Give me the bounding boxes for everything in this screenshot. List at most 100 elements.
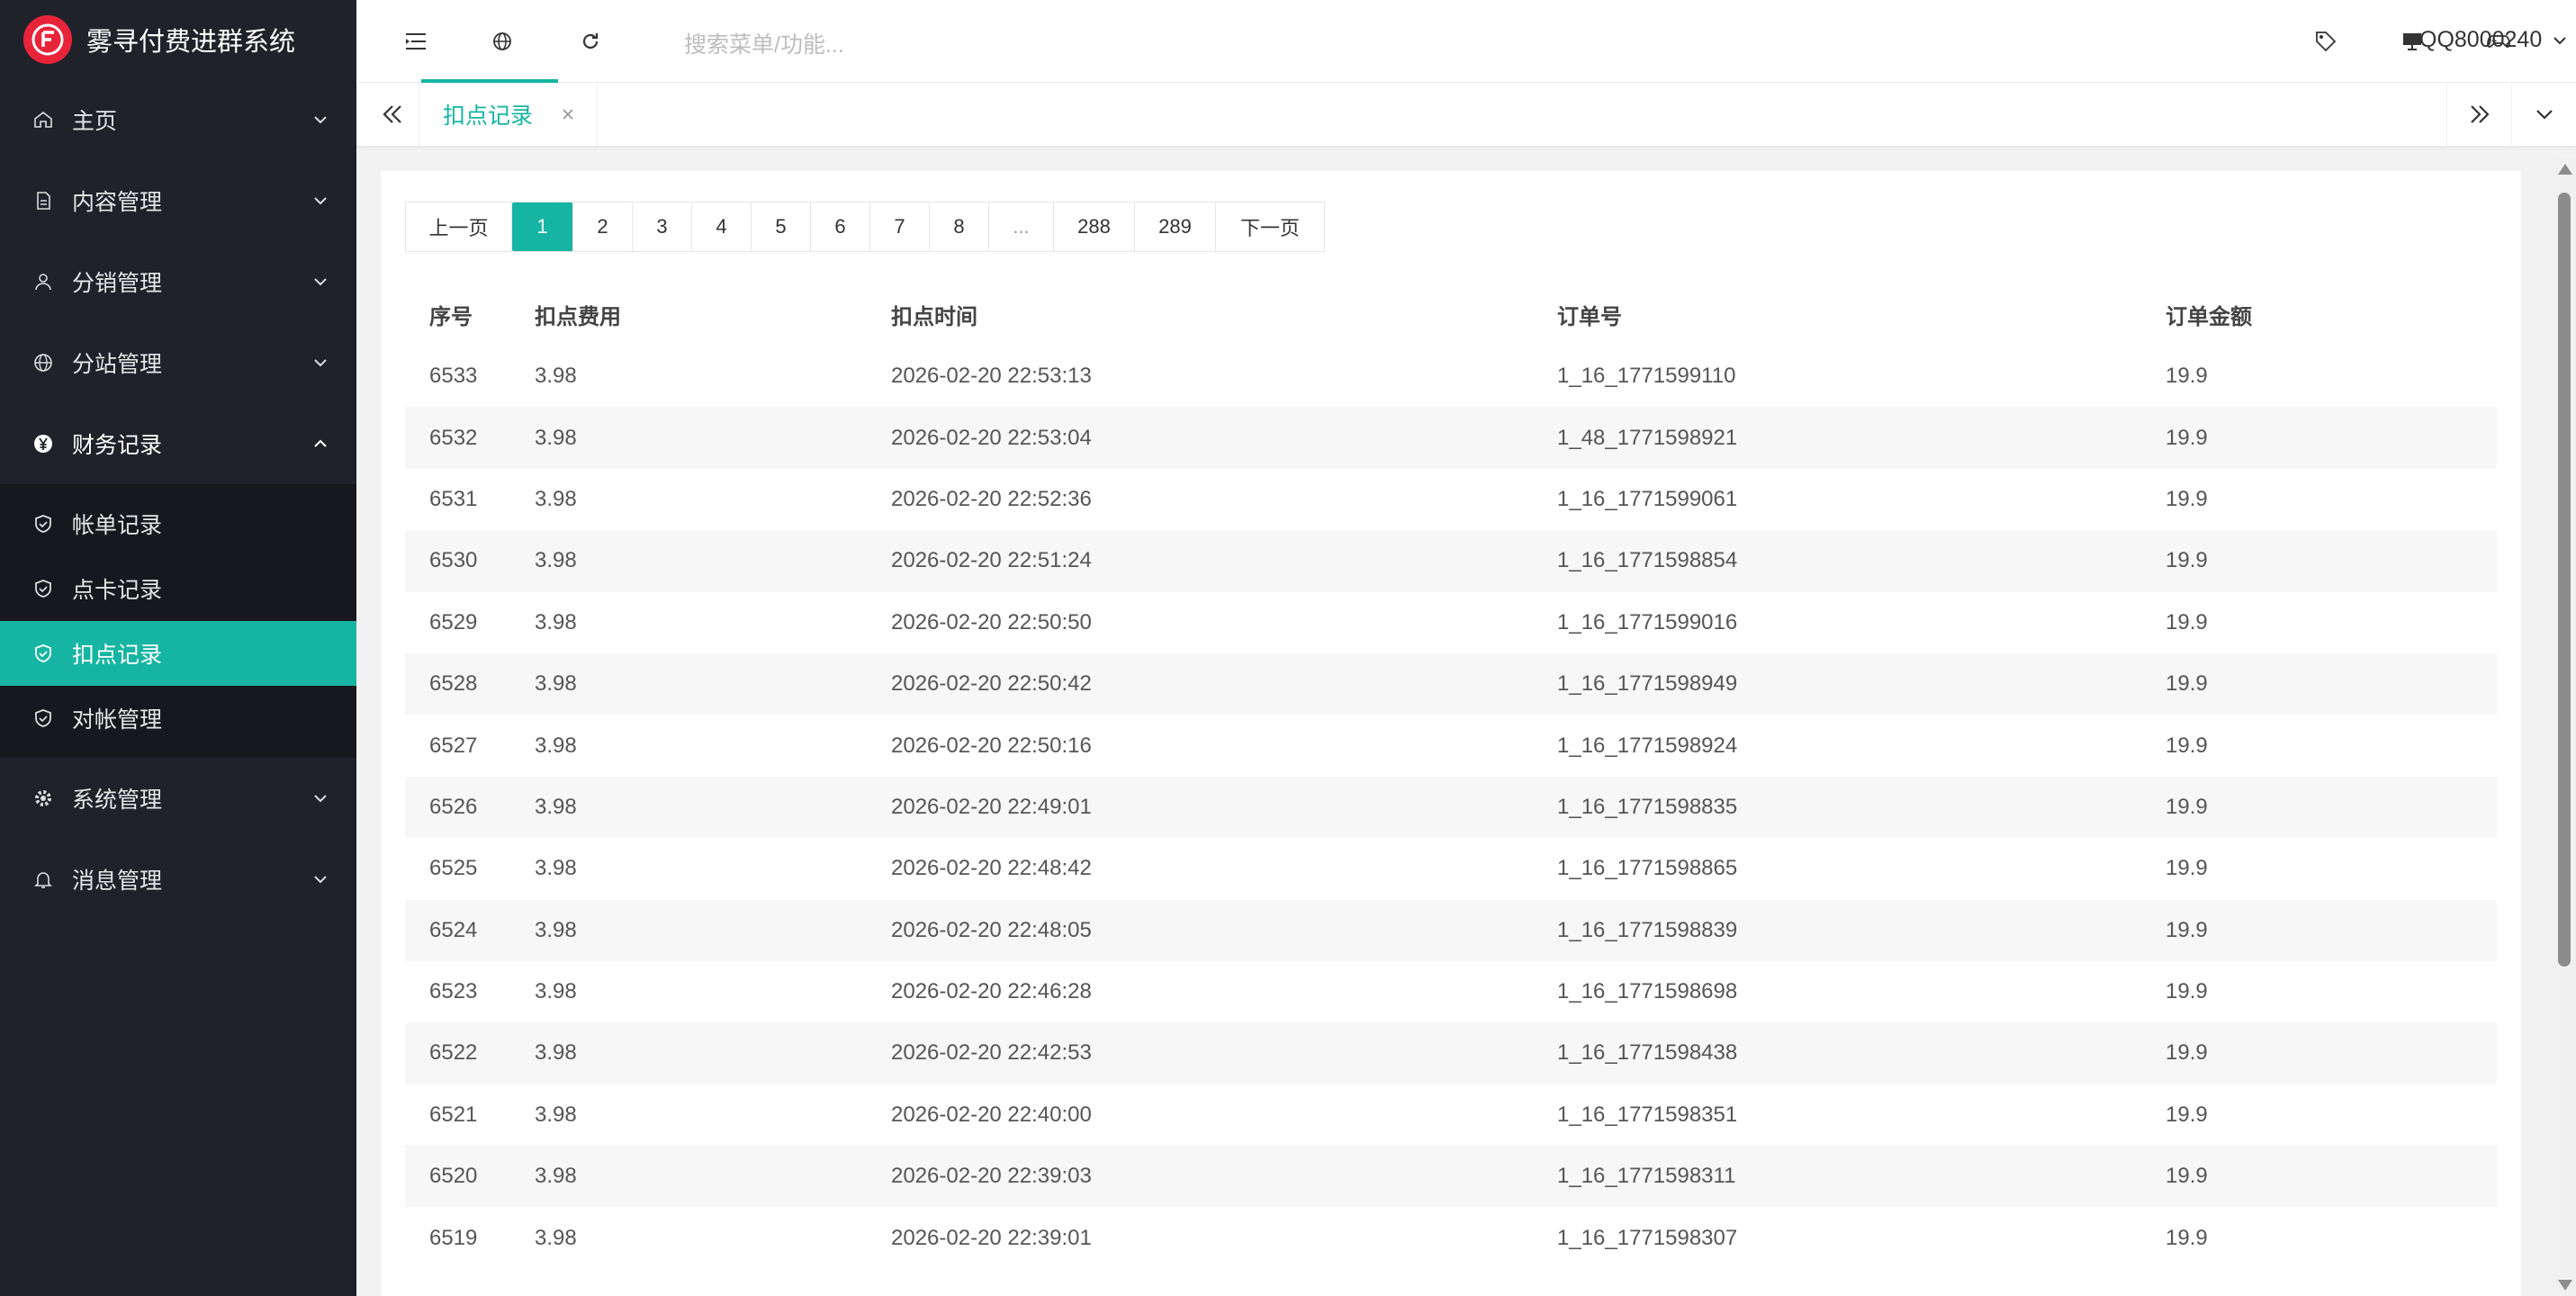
- table-row[interactable]: 6525 3.98 2026-02-20 22:48:42 1_16_17715988…: [405, 838, 2497, 899]
- sidebar-item-distribution[interactable]: 分销管理: [0, 241, 356, 322]
- globe-icon[interactable]: [486, 25, 518, 58]
- next-page-button[interactable]: 下一页: [1216, 202, 1324, 251]
- sidebar-item-label: 内容管理: [72, 190, 163, 215]
- sidebar-item-label: 分站管理: [72, 352, 163, 377]
- shield-check-icon: [31, 641, 56, 666]
- cell-amount: 19.9: [2166, 671, 2208, 697]
- double-chevron-left-icon: [382, 105, 401, 123]
- search-input[interactable]: 搜索菜单/功能...: [684, 27, 844, 59]
- page-button[interactable]: 7: [870, 202, 930, 251]
- cell-id: 6524: [429, 917, 478, 942]
- table-row[interactable]: 6533 3.98 2026-02-20 22:53:13 1_16_17715991…: [405, 346, 2497, 407]
- cell-id: 6520: [429, 1164, 478, 1189]
- cell-amount: 19.9: [2166, 486, 2208, 511]
- sidebar-item-reconciliation[interactable]: 对帐管理: [0, 686, 356, 751]
- page-button[interactable]: 4: [692, 202, 752, 251]
- page-button[interactable]: 2: [573, 202, 633, 251]
- cell-fee: 3.98: [535, 425, 577, 450]
- top-header: 搜索菜单/功能...: [356, 0, 2576, 83]
- scroll-down-arrow-icon[interactable]: [2558, 1280, 2572, 1291]
- column-header[interactable]: 扣点时间: [867, 299, 1533, 330]
- page-button[interactable]: 289: [1135, 202, 1216, 251]
- page-button[interactable]: 6: [811, 202, 870, 251]
- cell-time: 2026-02-20 22:48:42: [891, 856, 1092, 881]
- page-button[interactable]: 3: [633, 202, 692, 251]
- sidebar-item-deductions[interactable]: 扣点记录: [0, 621, 356, 686]
- scroll-up-arrow-icon[interactable]: [2558, 164, 2572, 175]
- refresh-icon[interactable]: [574, 25, 607, 58]
- sidebar-item-finance[interactable]: 财务记录: [0, 403, 356, 484]
- cell-fee: 3.98: [535, 1225, 577, 1250]
- cell-fee: 3.98: [535, 856, 577, 881]
- sidebar-item-label: 对帐管理: [72, 707, 163, 733]
- cell-order-no: 1_16_1771598854: [1557, 548, 1738, 573]
- sidebar-item-messages[interactable]: 消息管理: [0, 839, 356, 920]
- cell-amount: 19.9: [2166, 1164, 2208, 1189]
- table-row[interactable]: 6531 3.98 2026-02-20 22:52:36 1_16_17715990…: [405, 469, 2497, 530]
- table-row[interactable]: 6530 3.98 2026-02-20 22:51:24 1_16_17715988…: [405, 530, 2497, 592]
- prev-page-button[interactable]: 上一页: [406, 202, 512, 251]
- cell-time: 2026-02-20 22:51:24: [891, 548, 1092, 573]
- tag-icon[interactable]: [2310, 25, 2342, 58]
- page-button[interactable]: 288: [1054, 202, 1135, 251]
- cell-time: 2026-02-20 22:53:13: [891, 364, 1092, 389]
- table-row[interactable]: 6529 3.98 2026-02-20 22:50:50 1_16_17715990…: [405, 592, 2497, 653]
- logo-icon: [23, 15, 72, 64]
- cell-amount: 19.9: [2166, 1225, 2208, 1250]
- sidebar-item-substation[interactable]: 分站管理: [0, 322, 356, 403]
- menu-toggle-icon[interactable]: [400, 25, 432, 58]
- page-button[interactable]: 5: [752, 202, 811, 251]
- user-menu[interactable]: QQ8000240: [2419, 27, 2576, 53]
- sidebar-item-point-cards[interactable]: 点卡记录: [0, 556, 356, 621]
- cell-id: 6522: [429, 1040, 478, 1066]
- cell-order-no: 1_16_1771598924: [1557, 733, 1738, 758]
- sidebar-item-home[interactable]: 主页: [0, 79, 356, 160]
- cell-order-no: 1_16_1771599061: [1557, 486, 1738, 511]
- table-row[interactable]: 6526 3.98 2026-02-20 22:49:01 1_16_17715988…: [405, 776, 2497, 839]
- table-row[interactable]: 6527 3.98 2026-02-20 22:50:16 1_16_17715989…: [405, 715, 2497, 776]
- cell-time: 2026-02-20 22:50:16: [891, 733, 1092, 758]
- cell-amount: 19.9: [2166, 364, 2208, 389]
- table-row[interactable]: 6528 3.98 2026-02-20 22:50:42 1_16_17715989…: [405, 652, 2497, 716]
- cell-time: 2026-02-20 22:49:01: [891, 794, 1092, 819]
- table-row[interactable]: 6524 3.98 2026-02-20 22:48:05 1_16_17715988…: [405, 899, 2497, 961]
- page-scrollbar[interactable]: [2553, 158, 2576, 1296]
- app-logo[interactable]: 雾寻付费进群系统: [0, 0, 356, 79]
- tab-deductions[interactable]: 扣点记录: [421, 83, 598, 146]
- sidebar-item-content[interactable]: 内容管理: [0, 160, 356, 241]
- deduction-table: 序号 扣点费用 扣点时间 订单号 订单金额 6533 3.98 2026-02-20…: [405, 283, 2497, 1269]
- gear-icon: [31, 786, 56, 811]
- tab-menu-button[interactable]: [2511, 83, 2576, 146]
- column-header[interactable]: 订单金额: [2141, 299, 2497, 330]
- cell-order-no: 1_48_1771598921: [1557, 425, 1738, 450]
- table-row[interactable]: 6519 3.98 2026-02-20 22:39:01 1_16_17715983…: [405, 1207, 2497, 1268]
- table-row[interactable]: 6520 3.98 2026-02-20 22:39:03 1_16_17715983…: [405, 1146, 2497, 1208]
- cell-fee: 3.98: [535, 1164, 577, 1189]
- cell-time: 2026-02-20 22:50:42: [891, 671, 1092, 697]
- column-header[interactable]: 扣点费用: [510, 299, 867, 330]
- page-button-current[interactable]: 1: [512, 202, 573, 251]
- cell-fee: 3.98: [535, 979, 577, 1004]
- cell-order-no: 1_16_1771599110: [1557, 364, 1736, 389]
- column-header[interactable]: 订单号: [1533, 299, 2141, 330]
- cell-order-no: 1_16_1771599016: [1557, 609, 1738, 634]
- shield-check-icon: [31, 576, 56, 601]
- table-row[interactable]: 6522 3.98 2026-02-20 22:42:53 1_16_17715984…: [405, 1022, 2497, 1084]
- tab-scroll-left-button[interactable]: [365, 83, 419, 146]
- tab-scroll-right-button[interactable]: [2446, 83, 2511, 146]
- column-header[interactable]: 序号: [405, 299, 510, 330]
- cell-amount: 19.9: [2166, 1102, 2208, 1127]
- sidebar-item-bills[interactable]: 帐单记录: [0, 491, 356, 556]
- cell-fee: 3.98: [535, 609, 577, 634]
- table-row[interactable]: 6532 3.98 2026-02-20 22:53:04 1_48_17715989…: [405, 407, 2497, 469]
- table-row[interactable]: 6523 3.98 2026-02-20 22:46:28 1_16_17715986…: [405, 961, 2497, 1022]
- cell-order-no: 1_16_1771598698: [1557, 979, 1738, 1004]
- close-icon[interactable]: [559, 105, 577, 123]
- sidebar-item-label: 财务记录: [72, 433, 163, 458]
- page-button[interactable]: 8: [930, 202, 989, 251]
- scrollbar-thumb[interactable]: [2558, 193, 2571, 967]
- user-name: QQ8000240: [2419, 27, 2543, 52]
- cell-amount: 19.9: [2166, 856, 2208, 881]
- sidebar-item-system[interactable]: 系统管理: [0, 758, 356, 839]
- table-row[interactable]: 6521 3.98 2026-02-20 22:40:00 1_16_17715983…: [405, 1084, 2497, 1146]
